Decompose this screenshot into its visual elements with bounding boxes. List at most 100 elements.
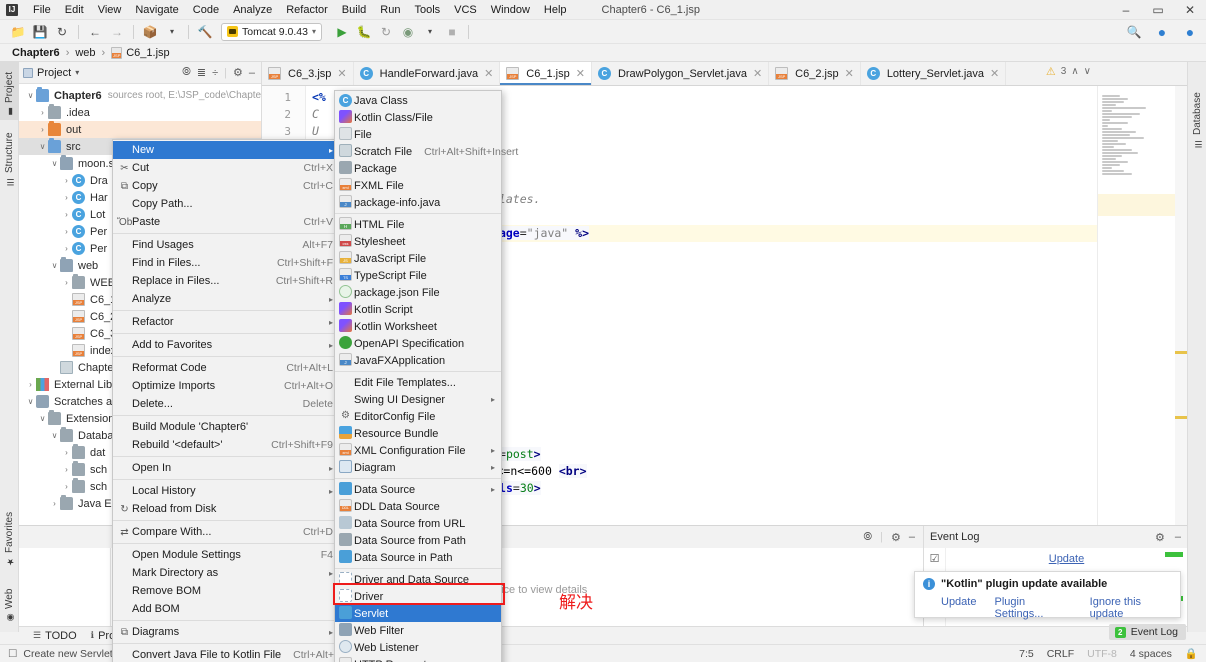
run-with-coverage-icon[interactable]: ◉ (398, 22, 418, 42)
menu-item-analyze[interactable]: Analyze ▸ (113, 290, 339, 308)
close-icon[interactable]: ✕ (484, 67, 493, 80)
menu-item-package-info-java[interactable]: package-info.java (335, 194, 501, 211)
tree-expand-arrow-icon[interactable]: › (61, 278, 72, 287)
chevron-down-icon[interactable]: ▾ (420, 22, 440, 42)
menu-item-html-file[interactable]: HTML File (335, 216, 501, 233)
stop-icon[interactable]: ■ (442, 22, 462, 42)
chevron-down-icon[interactable]: ▾ (162, 22, 182, 42)
close-icon[interactable]: ✕ (753, 67, 762, 80)
locate-icon[interactable]: ⦾ (863, 531, 872, 544)
menu-tools[interactable]: Tools (407, 2, 447, 18)
menu-vcs[interactable]: VCS (447, 2, 484, 18)
tree-expand-arrow-icon[interactable]: › (61, 227, 72, 236)
menu-analyze[interactable]: Analyze (226, 2, 279, 18)
project-panel-title-group[interactable]: Project ▾ (23, 67, 79, 79)
menu-item-build-module-chapter6[interactable]: Build Module 'Chapter6' (113, 418, 339, 436)
balloon-update-link[interactable]: Update (941, 596, 976, 620)
menu-item-kotlin-worksheet[interactable]: Kotlin Worksheet (335, 318, 501, 335)
menu-item-package-json-file[interactable]: package.json File (335, 284, 501, 301)
close-icon[interactable]: ✕ (845, 67, 854, 80)
menu-item-editorconfig-file[interactable]: ⚙ EditorConfig File (335, 408, 501, 425)
menu-item-fxml-file[interactable]: FXML File (335, 177, 501, 194)
menu-item-javafxapplication[interactable]: JavaFXApplication (335, 352, 501, 369)
menu-item-paste[interactable]: Ὄb Paste Ctrl+V (113, 213, 339, 231)
run-icon[interactable]: ▶ (332, 22, 352, 42)
tree-expand-arrow-icon[interactable]: ∨ (49, 159, 60, 168)
menu-item-delete[interactable]: Delete... Delete (113, 395, 339, 413)
menu-item-add-bom[interactable]: Add BOM (113, 600, 339, 618)
menu-item-copy[interactable]: ⧉ Copy Ctrl+C (113, 177, 339, 195)
event-log-status-button[interactable]: 2 Event Log (1108, 624, 1186, 640)
inspection-widget[interactable]: ⚠ 3 ∧ ∨ (1046, 65, 1091, 78)
balloon-ignore-link[interactable]: Ignore this update (1090, 596, 1172, 620)
menu-item-replace-in-files[interactable]: Replace in Files... Ctrl+Shift+R (113, 272, 339, 290)
breadcrumb-file[interactable]: C6_1.jsp (126, 47, 169, 59)
menu-view[interactable]: View (91, 2, 129, 18)
menu-item-servlet[interactable]: Servlet (335, 605, 501, 622)
updates-available-icon[interactable]: ● (1152, 22, 1172, 42)
menu-item-javascript-file[interactable]: JavaScript File (335, 250, 501, 267)
menu-item-openapi-specification[interactable]: OpenAPI Specification (335, 335, 501, 352)
tree-expand-arrow-icon[interactable]: › (61, 210, 72, 219)
menu-item-package[interactable]: Package (335, 160, 501, 177)
menu-refactor[interactable]: Refactor (279, 2, 335, 18)
menu-item-cut[interactable]: ✂ Cut Ctrl+X (113, 159, 339, 177)
maximize-button[interactable]: ▭ (1142, 0, 1174, 20)
rerun-icon[interactable]: ↻ (376, 22, 396, 42)
tree-expand-arrow-icon[interactable]: ∨ (37, 414, 48, 423)
menu-item-add-to-favorites[interactable]: Add to Favorites ▸ (113, 336, 339, 354)
new-submenu[interactable]: C Java Class Kotlin Class/File File Scratch … (334, 90, 518, 662)
menu-item-new[interactable]: New ▸ (113, 141, 339, 159)
hide-icon[interactable]: – (1175, 531, 1181, 544)
tree-expand-arrow-icon[interactable]: › (61, 176, 72, 185)
tree-expand-arrow-icon[interactable]: › (25, 380, 36, 389)
menu-item-open-in[interactable]: Open In ▸ (113, 459, 339, 477)
menu-item-ddl-data-source[interactable]: DDL Data Source (335, 498, 501, 515)
menu-item-stylesheet[interactable]: Stylesheet (335, 233, 501, 250)
hide-icon[interactable]: – (249, 67, 255, 79)
close-button[interactable]: ✕ (1174, 0, 1206, 20)
menu-file[interactable]: File (26, 2, 58, 18)
menu-run[interactable]: Run (373, 2, 407, 18)
run-configuration-selector[interactable]: Tomcat 9.0.43 ▾ (221, 22, 322, 41)
menu-window[interactable]: Window (484, 2, 537, 18)
menu-item-convert-java-file-to-kotlin-file[interactable]: Convert Java File to Kotlin File Ctrl+Alt… (113, 646, 368, 662)
line-separator[interactable]: CRLF (1047, 648, 1074, 660)
tree-expand-arrow-icon[interactable]: › (37, 108, 48, 117)
update-project-icon[interactable]: 📦 (140, 22, 160, 42)
menu-item-data-source[interactable]: Data Source ▸ (335, 481, 501, 498)
menu-item-data-source-from-url[interactable]: Data Source from URL (335, 515, 501, 532)
tree-node[interactable]: › .idea (19, 104, 261, 121)
editor-tab[interactable]: C DrawPolygon_Servlet.java ✕ (592, 62, 770, 85)
checkbox-icon[interactable]: ☑ (930, 553, 940, 565)
menu-item-driver-and-data-source[interactable]: Driver and Data Source (335, 571, 501, 588)
context-menu[interactable]: New ▸ ✂ Cut Ctrl+X ⧉ Copy Ctrl+C Copy Path... Ὄb P… (112, 139, 368, 662)
debug-icon[interactable]: 🐛 (354, 22, 374, 42)
indent-setting[interactable]: 4 spaces (1130, 648, 1172, 660)
menu-item-typescript-file[interactable]: TypeScript File (335, 267, 501, 284)
file-encoding[interactable]: UTF-8 (1087, 648, 1117, 660)
next-problem-icon[interactable]: ∨ (1084, 66, 1091, 77)
sync-icon[interactable]: ↻ (52, 22, 72, 42)
arrow-right-icon[interactable]: → (107, 22, 127, 42)
lock-icon[interactable]: 🔒 (1185, 647, 1198, 660)
menu-build[interactable]: Build (335, 2, 373, 18)
tree-expand-arrow-icon[interactable]: › (37, 125, 48, 134)
menu-item-java-class[interactable]: C Java Class (335, 92, 501, 109)
tree-expand-arrow-icon[interactable]: ∨ (37, 142, 48, 151)
close-icon[interactable]: ✕ (337, 67, 346, 80)
menu-item-diagrams[interactable]: ⧉ Diagrams ▸ (113, 623, 339, 641)
breadcrumb-project[interactable]: Chapter6 (12, 47, 60, 59)
tree-expand-arrow-icon[interactable]: › (61, 448, 72, 457)
editor-tab[interactable]: C6_1.jsp ✕ (500, 62, 592, 85)
sidebar-item-project[interactable]: ▮ Project (0, 62, 19, 120)
chevron-down-icon[interactable]: ▾ (312, 27, 316, 36)
menu-item-kotlin-class-file[interactable]: Kotlin Class/File (335, 109, 501, 126)
menu-item-copy-path[interactable]: Copy Path... (113, 195, 339, 213)
menu-item-local-history[interactable]: Local History ▸ (113, 482, 339, 500)
services-list[interactable] (19, 548, 111, 632)
menu-code[interactable]: Code (186, 2, 226, 18)
tree-node[interactable]: › out (19, 121, 261, 138)
sidebar-item-web[interactable]: ◉ Web (0, 580, 19, 626)
menu-help[interactable]: Help (537, 2, 574, 18)
